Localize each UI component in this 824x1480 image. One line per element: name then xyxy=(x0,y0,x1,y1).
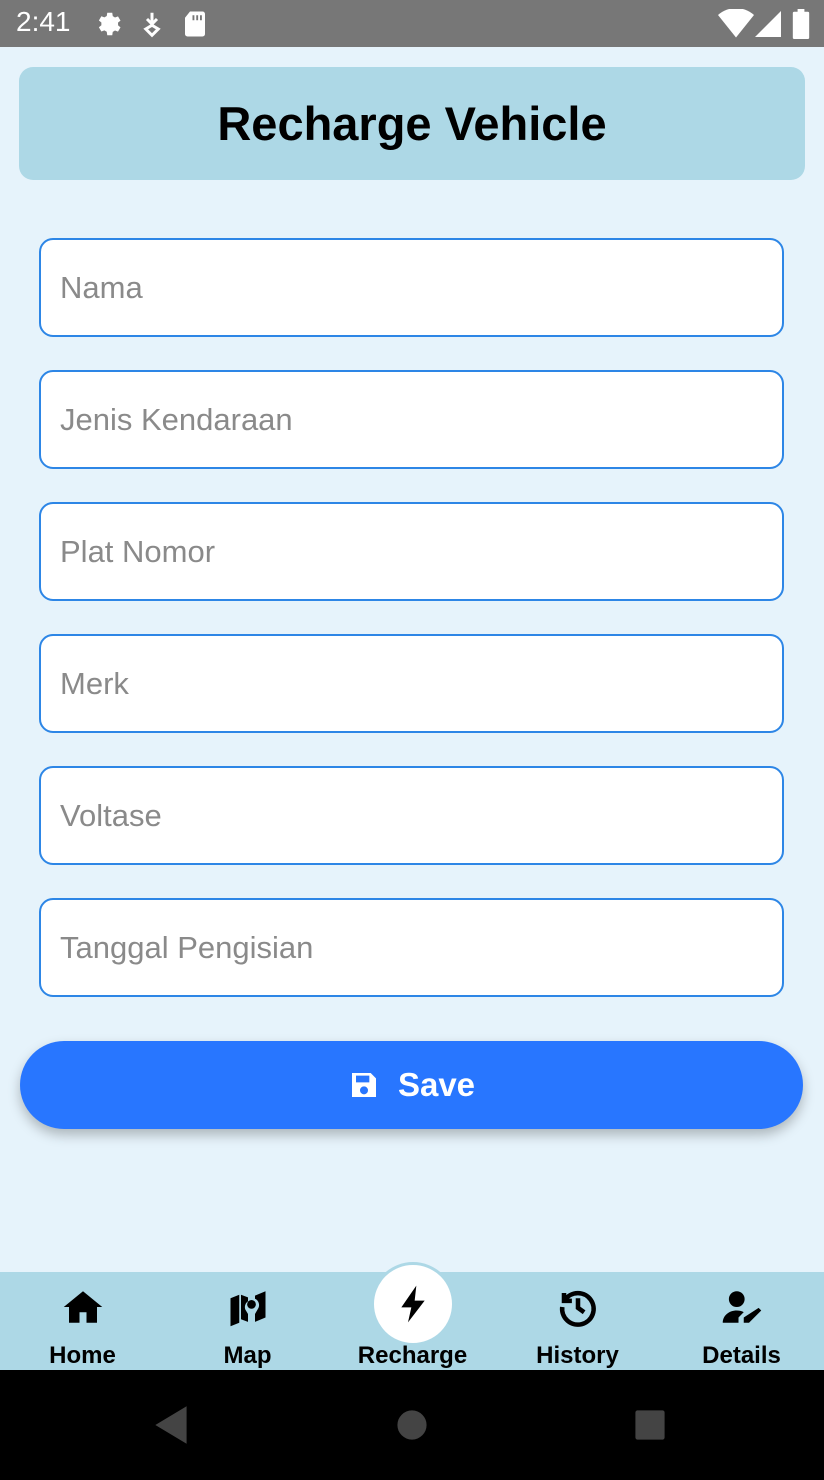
recents-icon[interactable] xyxy=(625,1400,675,1450)
page-title: Recharge Vehicle xyxy=(217,97,607,150)
nav-label-history: History xyxy=(536,1342,619,1369)
gear-icon xyxy=(98,12,121,36)
download-icon xyxy=(143,12,161,38)
sd-card-icon xyxy=(185,11,205,37)
history-icon xyxy=(559,1290,596,1327)
status-time: 2:41 xyxy=(16,6,71,37)
tanggal-pengisian-field[interactable] xyxy=(39,898,784,997)
nav-label-home: Home xyxy=(49,1342,116,1369)
nav-item-map[interactable]: Map xyxy=(165,1272,330,1370)
bottom-navigation: Home Map Recharge History Details xyxy=(0,1262,824,1370)
nav-item-recharge[interactable]: Recharge xyxy=(330,1262,495,1370)
home-icon xyxy=(63,1291,102,1323)
lightning-bolt-icon xyxy=(400,1285,425,1323)
nav-item-history[interactable]: History xyxy=(495,1272,660,1370)
map-icon xyxy=(230,1291,265,1327)
nama-field[interactable] xyxy=(39,238,784,337)
status-bar: 2:41 xyxy=(0,0,824,47)
signal-icon xyxy=(755,11,781,37)
active-indicator xyxy=(370,1262,455,1346)
back-icon[interactable] xyxy=(147,1400,197,1450)
nav-label-map: Map xyxy=(223,1342,272,1369)
user-edit-icon xyxy=(722,1291,761,1323)
system-navigation-bar xyxy=(0,1370,824,1480)
voltase-field[interactable] xyxy=(39,766,784,865)
page-header: Recharge Vehicle xyxy=(19,67,805,180)
home-button-icon[interactable] xyxy=(387,1400,437,1450)
nav-label-details: Details xyxy=(702,1342,781,1369)
floppy-disk-icon xyxy=(351,1073,376,1097)
save-button[interactable]: Save xyxy=(20,1041,803,1129)
save-button-label: Save xyxy=(397,1066,476,1103)
plat-nomor-field[interactable] xyxy=(39,502,784,601)
battery-icon xyxy=(792,9,810,39)
nav-item-details[interactable]: Details xyxy=(659,1272,824,1370)
wifi-icon xyxy=(718,9,754,38)
nav-item-home[interactable]: Home xyxy=(0,1272,165,1370)
jenis-kendaraan-field[interactable] xyxy=(39,370,784,469)
nav-label-recharge: Recharge xyxy=(357,1342,468,1369)
merk-field[interactable] xyxy=(39,634,784,733)
